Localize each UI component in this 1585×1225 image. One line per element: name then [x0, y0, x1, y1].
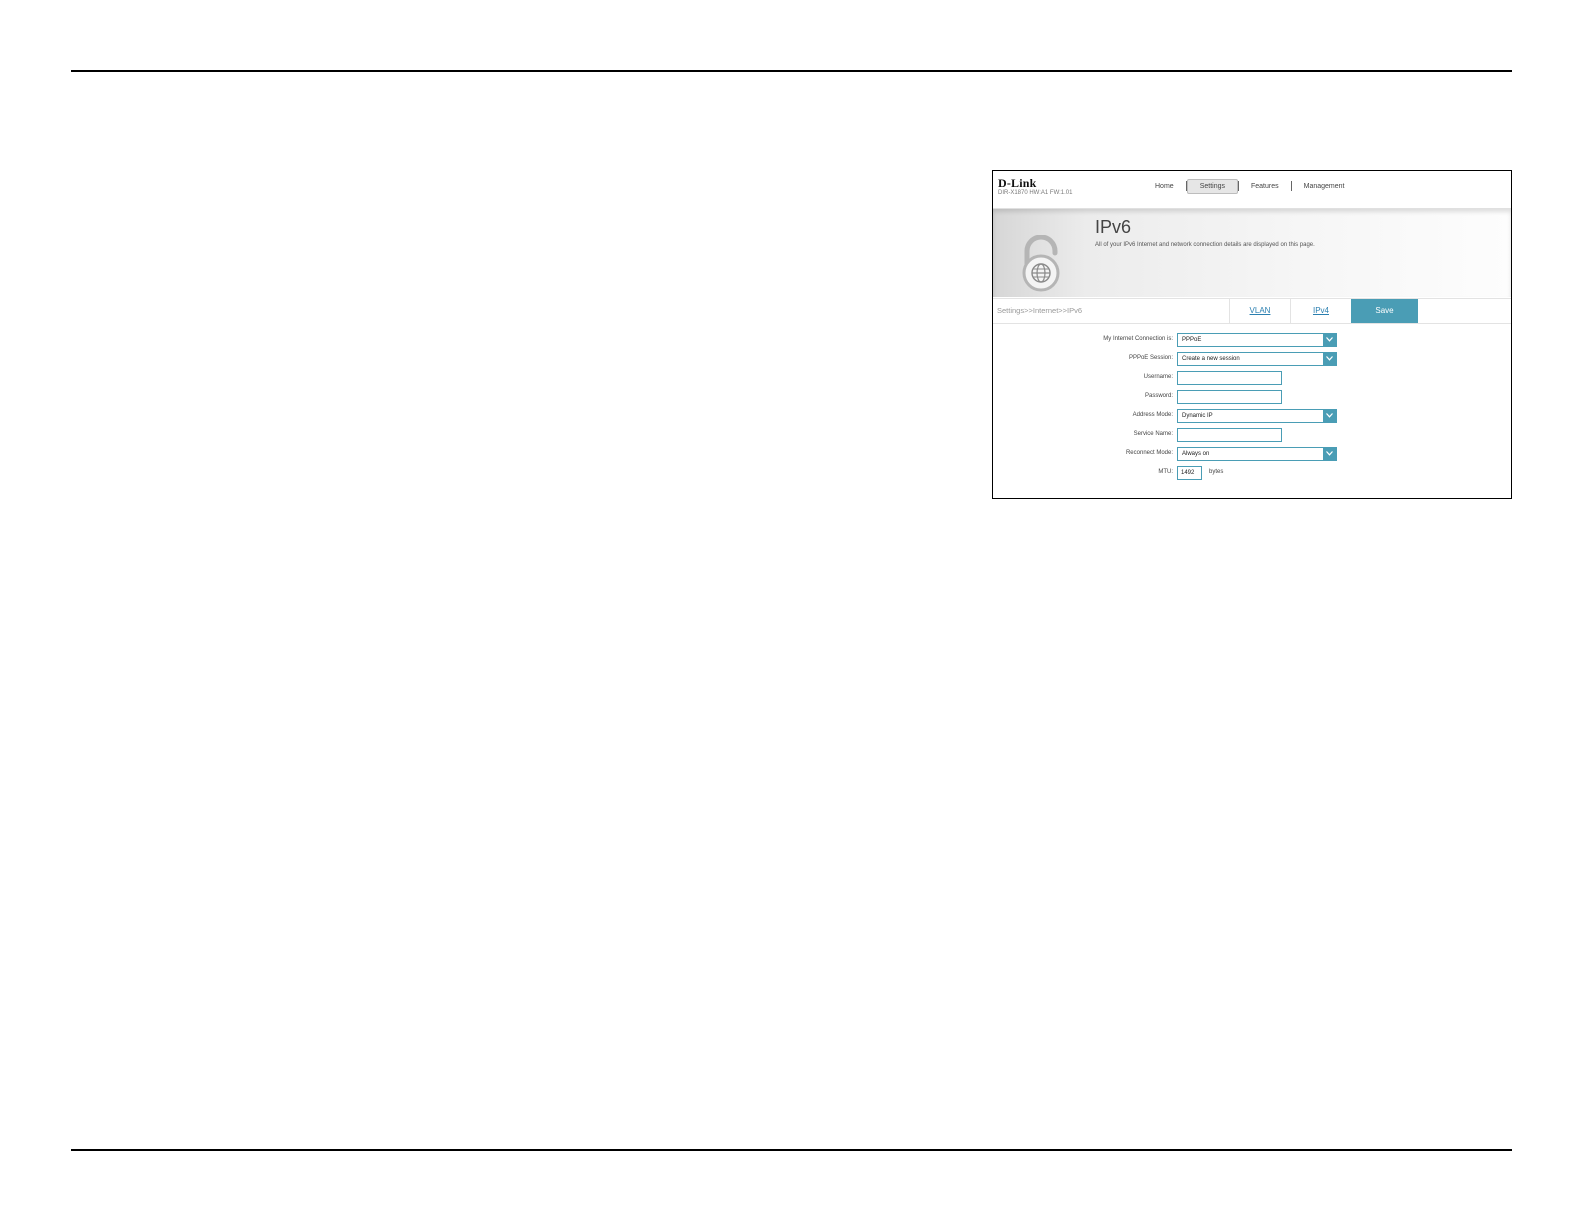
reconnect-mode-value: Always on	[1182, 451, 1210, 457]
password-field[interactable]	[1177, 390, 1282, 404]
address-mode-label: Address Mode:	[1132, 412, 1173, 418]
unlocked-globe-icon	[1022, 235, 1060, 292]
breadcrumb: Settings>>Internet>>IPv6	[997, 306, 1083, 315]
page-header: IPv6 All of your IPv6 Internet and netwo…	[993, 209, 1511, 297]
username-label: Username:	[1143, 374, 1173, 380]
service-name-field[interactable]	[1177, 428, 1282, 442]
nav-management[interactable]: Management	[1292, 183, 1357, 190]
service-name-label: Service Name:	[1133, 431, 1173, 437]
router-ui-screenshot: D-Link DIR-X1870 HW:A1 FW:1.01 Home Sett…	[992, 170, 1512, 499]
dlink-logo: D-Link	[998, 176, 1037, 190]
page-description: All of your IPv6 Internet and network co…	[1095, 242, 1315, 248]
service-name-row: Service Name:	[993, 428, 1511, 443]
password-label: Password:	[1144, 393, 1173, 399]
chevron-down-icon[interactable]	[1323, 334, 1336, 346]
page-bottom-rule	[71, 1149, 1512, 1151]
connection-type-value: PPPoE	[1182, 337, 1202, 343]
mtu-row: MTU: 1492 bytes	[993, 466, 1511, 481]
username-field[interactable]	[1177, 371, 1282, 385]
reconnect-mode-select[interactable]: Always on	[1177, 447, 1337, 461]
password-row: Password:	[993, 390, 1511, 405]
nav-home[interactable]: Home	[1143, 183, 1186, 190]
ipv4-link[interactable]: IPv4	[1290, 299, 1351, 323]
address-mode-select[interactable]: Dynamic IP	[1177, 409, 1337, 423]
session-label: PPPoE Session:	[1128, 355, 1173, 361]
mtu-field[interactable]: 1492	[1177, 466, 1202, 480]
top-bar: D-Link DIR-X1870 HW:A1 FW:1.01 Home Sett…	[993, 171, 1511, 209]
pppoe-session-select[interactable]: Create a new session	[1177, 352, 1337, 366]
page-title: IPv6	[1095, 217, 1132, 237]
mtu-unit: bytes	[1209, 469, 1224, 475]
model-info: DIR-X1870 HW:A1 FW:1.01	[998, 190, 1073, 196]
connection-type-select[interactable]: PPPoE	[1177, 333, 1337, 347]
main-nav: Home Settings Features Management	[1143, 177, 1356, 195]
username-row: Username:	[993, 371, 1511, 386]
chevron-down-icon[interactable]	[1323, 410, 1336, 422]
chevron-down-icon[interactable]	[1323, 448, 1336, 460]
pppoe-session-value: Create a new session	[1182, 356, 1240, 362]
vlan-link[interactable]: VLAN	[1229, 299, 1290, 323]
page-top-rule	[71, 70, 1512, 72]
reconnect-mode-row: Reconnect Mode: Always on	[993, 447, 1511, 462]
sub-toolbar: Settings>>Internet>>IPv6 VLAN IPv4 Save	[993, 298, 1511, 324]
reconnect-mode-label: Reconnect Mode:	[1125, 450, 1173, 456]
chevron-down-icon[interactable]	[1323, 353, 1336, 365]
session-row: PPPoE Session: Create a new session	[993, 352, 1511, 367]
address-mode-row: Address Mode: Dynamic IP	[993, 409, 1511, 424]
connection-label: My Internet Connection is:	[1103, 336, 1173, 342]
nav-features[interactable]: Features	[1239, 183, 1291, 190]
address-mode-value: Dynamic IP	[1182, 413, 1213, 419]
nav-settings[interactable]: Settings	[1186, 178, 1238, 194]
connection-row: My Internet Connection is: PPPoE	[993, 333, 1511, 348]
save-button[interactable]: Save	[1351, 299, 1418, 323]
mtu-label: MTU:	[1158, 469, 1173, 475]
